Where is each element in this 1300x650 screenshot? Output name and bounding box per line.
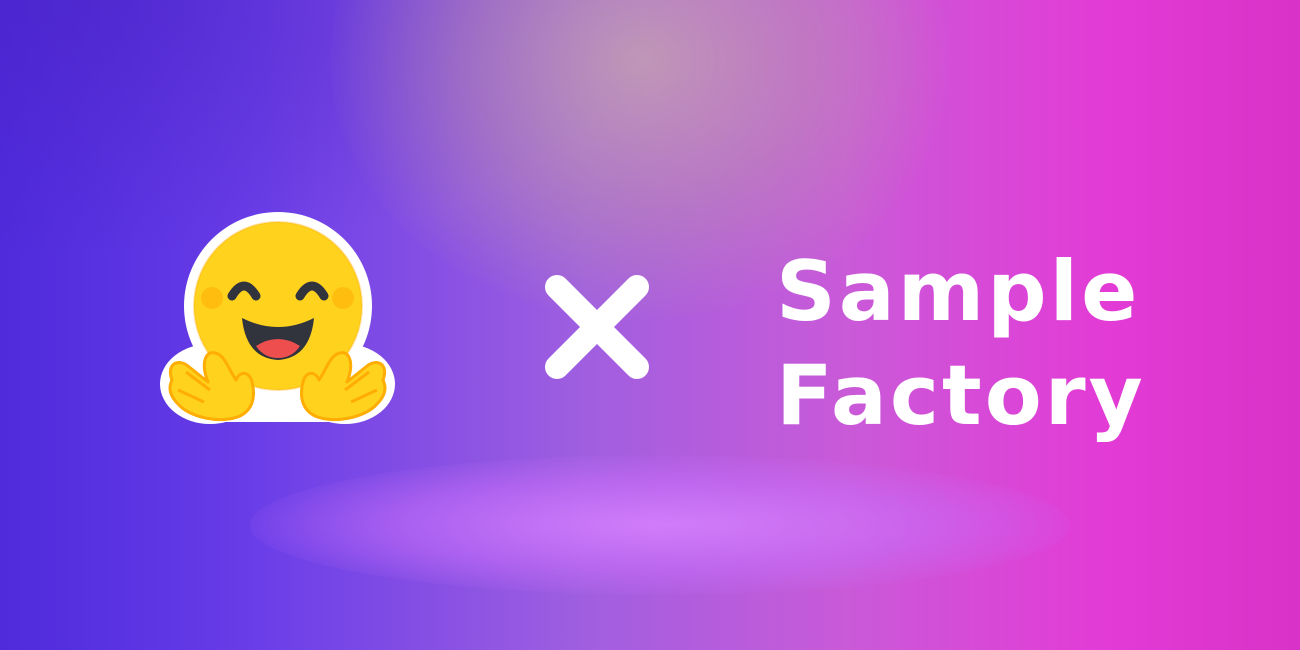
brand-title-line2: Factory: [776, 347, 1146, 444]
banner: Sample Factory: [0, 0, 1300, 650]
brand-title: Sample Factory: [776, 240, 1146, 448]
hugging-face-icon: [160, 212, 395, 424]
times-icon: [545, 275, 649, 379]
background-glow-bottom: [250, 455, 1070, 595]
brand-title-line1: Sample: [776, 243, 1141, 340]
